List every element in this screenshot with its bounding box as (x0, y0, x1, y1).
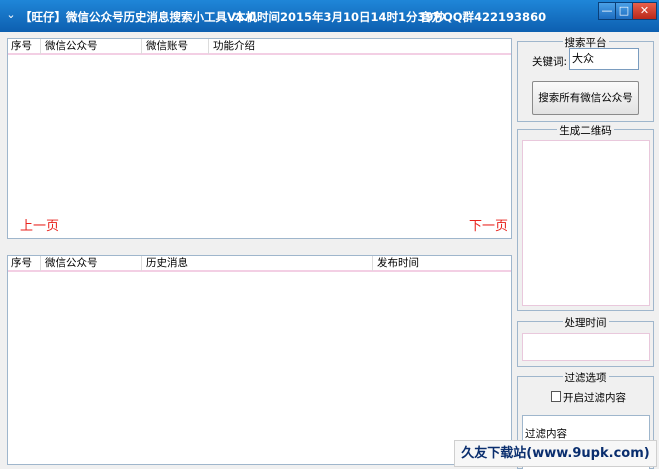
double-chevron-down-icon[interactable]: ⌄ (4, 8, 18, 22)
filter-options-title: 过滤选项 (562, 372, 609, 384)
keyword-input[interactable]: 大众 (569, 48, 639, 70)
column-header-index[interactable]: 序号 (8, 256, 41, 271)
column-header-publish-time[interactable]: 发布时间 (374, 256, 513, 271)
title-bar: ⌄ 【旺仔】微信公众号历史消息搜索小工具V1.0 本机时间2015年3月10日1… (0, 0, 659, 32)
column-header-history-message[interactable]: 历史消息 (143, 256, 373, 271)
minimize-button[interactable]: — (598, 2, 616, 20)
next-page-link[interactable]: 下一页 (469, 215, 508, 234)
watermark: 久友下载站(www.9upk.com) (454, 440, 657, 467)
column-header-description[interactable]: 功能介绍 (210, 39, 513, 54)
keyword-label: 关键词: (532, 56, 568, 68)
maximize-button[interactable]: □ (615, 2, 633, 20)
qrcode-display (522, 140, 650, 306)
processing-time-group: 处理时间 (517, 317, 654, 367)
column-header-account-name[interactable]: 微信公众号 (42, 256, 142, 271)
enable-filter-checkbox[interactable] (551, 391, 561, 402)
filter-content-label: 过滤内容 (525, 428, 567, 440)
window-title: 【旺仔】微信公众号历史消息搜索小工具V1.0 (20, 10, 257, 24)
enable-filter-label[interactable]: 开启过滤内容 (563, 390, 626, 405)
search-platform-group: 搜索平台 关键词: 大众 搜索所有微信公众号 (517, 37, 654, 122)
prev-page-link[interactable]: 上一页 (20, 215, 59, 234)
processing-time-display (522, 333, 650, 361)
qq-group: 官方QQ群422193860 (420, 10, 547, 24)
column-header-account-id[interactable]: 微信账号 (143, 39, 209, 54)
column-header-index[interactable]: 序号 (8, 39, 41, 54)
client-area: 序号 微信公众号 微信账号 功能介绍 上一页 下一页 序号 微信公众号 历史消息… (0, 32, 659, 469)
column-header-account-name[interactable]: 微信公众号 (42, 39, 142, 54)
close-button[interactable]: ✕ (632, 2, 657, 20)
account-list[interactable]: 序号 微信公众号 微信账号 功能介绍 上一页 下一页 (7, 38, 512, 239)
local-time: 本机时间2015年3月10日14时1分39秒 (234, 10, 446, 24)
search-all-accounts-button[interactable]: 搜索所有微信公众号 (532, 81, 639, 115)
processing-time-title: 处理时间 (562, 317, 609, 329)
qrcode-title: 生成二维码 (557, 125, 614, 137)
qrcode-group: 生成二维码 (517, 125, 654, 311)
history-list-header: 序号 微信公众号 历史消息 发布时间 (8, 256, 511, 272)
account-list-header: 序号 微信公众号 微信账号 功能介绍 (8, 39, 511, 55)
history-list[interactable]: 序号 微信公众号 历史消息 发布时间 (7, 255, 512, 465)
